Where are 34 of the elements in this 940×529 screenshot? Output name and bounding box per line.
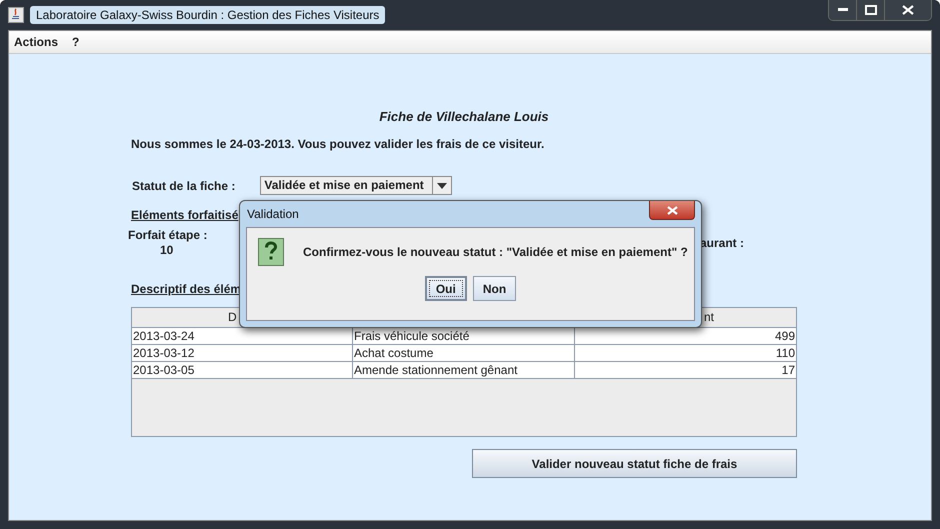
maximize-icon	[864, 5, 876, 15]
close-button[interactable]	[885, 0, 931, 20]
table-cell: Achat costume	[353, 345, 575, 361]
close-icon	[666, 206, 678, 214]
menu-item[interactable]: Actions	[14, 35, 58, 49]
table-cell-text: 499	[774, 328, 796, 344]
forfait-value: 10	[159, 243, 174, 257]
dialog-title: Validation	[246, 207, 299, 221]
dialog-message: Confirmez-vous le nouveau statut : "Validée et mise en paiement" ?	[303, 245, 688, 259]
forfait-label: Forfait étape :	[128, 228, 208, 242]
minimize-icon	[838, 8, 848, 12]
close-icon	[902, 5, 914, 15]
column-header: nt	[703, 309, 716, 326]
field-label: aurant :	[700, 236, 744, 250]
submit-button[interactable]: Valider nouveau statut fiche de frais	[472, 449, 797, 478]
table-cell-text: 110	[774, 345, 796, 361]
form-heading: Fiche de Villechalane Louis	[378, 109, 550, 124]
table-cell-text: 17	[780, 362, 796, 378]
dialog-button[interactable]: Non	[472, 276, 516, 301]
table-cell: 2013-03-12	[132, 345, 353, 361]
table-cell: Amende stationnement gênant	[353, 362, 575, 378]
table-cell: 2013-03-05	[132, 362, 353, 378]
close-button[interactable]	[649, 201, 695, 220]
intro-text: Nous sommes le 24-03-2013. Vous pouvez valider les frais de ce visiteur.	[131, 137, 546, 151]
menu-item[interactable]: ?	[72, 35, 80, 49]
dialog-button[interactable]: Oui	[424, 276, 467, 301]
question-icon	[258, 238, 284, 266]
dropdown-arrow-icon	[437, 182, 448, 188]
section-heading: Eléments forfaitisé	[131, 208, 238, 222]
status-dropdown[interactable]: Validée et mise en paiement	[260, 176, 452, 195]
window-title: Laboratoire Galaxy-Swiss Bourdin : Gestion des Fiches Visiteurs	[30, 6, 386, 24]
maximize-button[interactable]	[857, 0, 885, 20]
minimize-button[interactable]	[829, 0, 857, 20]
status-label: Statut de la fiche :	[132, 178, 236, 192]
